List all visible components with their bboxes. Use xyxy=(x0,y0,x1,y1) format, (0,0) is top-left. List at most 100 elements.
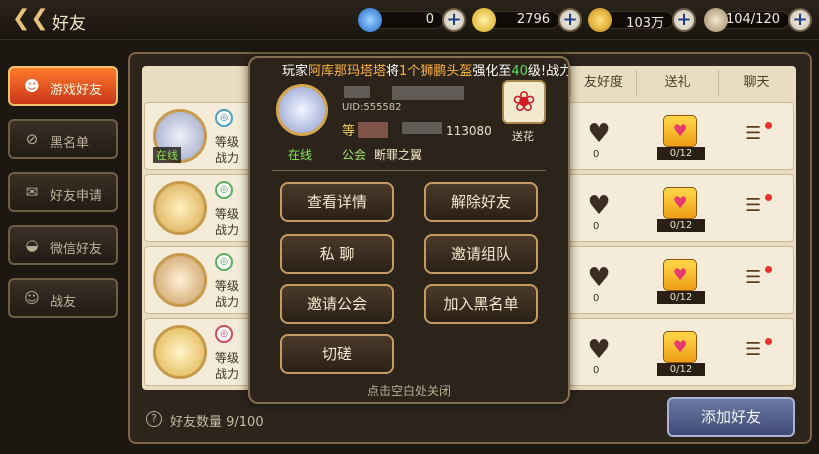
column-friendship: 友好度 xyxy=(570,70,636,96)
spar-button[interactable]: 切磋 xyxy=(280,334,394,374)
avatar[interactable] xyxy=(153,325,207,379)
invite-guild-button[interactable]: 邀请公会 xyxy=(280,284,394,324)
level-label: 等级 xyxy=(215,351,240,365)
wechat-icon: ◒ xyxy=(25,236,39,254)
sidebar-item-label: 战友 xyxy=(50,295,77,310)
power-label: 战力 xyxy=(215,367,240,381)
sidebar-item-blacklist[interactable]: ⊘ 黑名单 xyxy=(8,119,118,159)
gift-count: 0/12 xyxy=(657,291,705,304)
send-flower-label: 送花 xyxy=(512,130,534,143)
sidebar-item-game-friends[interactable]: ☻ 游戏好友 xyxy=(8,66,118,106)
gift-bag-icon[interactable] xyxy=(663,115,697,147)
blurred-power xyxy=(402,122,442,134)
energy-resource: 2796 + xyxy=(472,7,582,33)
rank-icon: ◎ xyxy=(215,109,233,127)
feather-icon xyxy=(704,8,728,32)
marquee-text: 将 xyxy=(386,64,400,79)
view-details-button[interactable]: 查看详情 xyxy=(280,182,394,222)
close-hint[interactable]: 点击空白处关闭 xyxy=(250,382,568,399)
back-arrow-icon[interactable]: ❮❮ xyxy=(12,8,49,32)
level-label: 等级 xyxy=(215,135,240,149)
sidebar-item-label: 微信好友 xyxy=(50,242,103,257)
marquee-text: 玩家 xyxy=(282,64,309,79)
add-blacklist-button[interactable]: 加入黑名单 xyxy=(424,284,538,324)
add-gold-button[interactable]: + xyxy=(672,8,696,32)
page-title: 好友 xyxy=(52,14,86,34)
friendship-value: 0 xyxy=(593,221,600,232)
gem-value: 0 xyxy=(425,12,434,27)
invite-team-button[interactable]: 邀请组队 xyxy=(424,234,538,274)
marquee-text: 强化至 xyxy=(472,64,512,79)
level-label: 等级 xyxy=(215,207,240,221)
chat-icon[interactable]: ☰ xyxy=(745,266,772,289)
private-chat-button[interactable]: 私 聊 xyxy=(280,234,394,274)
blurred-level xyxy=(358,122,388,138)
gift-bag-icon[interactable] xyxy=(663,187,697,219)
rank-icon: ◎ xyxy=(215,253,233,271)
level-prefix: 等 xyxy=(342,124,356,139)
heart-icon: ♥ xyxy=(587,119,611,149)
online-status: 在线 xyxy=(153,147,181,163)
chat-icon[interactable]: ☰ xyxy=(745,122,772,145)
divider xyxy=(272,170,546,171)
gift-count: 0/12 xyxy=(657,219,705,232)
power-label: 战力 xyxy=(215,295,240,309)
help-icon[interactable]: ? xyxy=(146,411,162,427)
energy-value: 2796 xyxy=(516,12,550,27)
blurred-name xyxy=(392,86,464,100)
column-gift: 送礼 xyxy=(636,70,718,96)
friend-avatar xyxy=(276,84,328,136)
top-bar: ❮❮ 好友 0 + 2796 + 103万 + 104/120 + xyxy=(0,0,819,40)
gold-resource: 103万 + xyxy=(588,7,696,33)
add-stamina-button[interactable]: + xyxy=(788,8,812,32)
friendship-value: 0 xyxy=(593,293,600,304)
gift-bag-icon[interactable] xyxy=(663,259,697,291)
power-value: 113080 xyxy=(446,124,492,138)
sidebar-item-label: 好友申请 xyxy=(50,189,103,204)
sidebar-item-label: 黑名单 xyxy=(50,136,90,151)
chat-icon[interactable]: ☰ xyxy=(745,194,772,217)
friendship-value: 0 xyxy=(593,149,600,160)
online-status: 在线 xyxy=(288,148,313,162)
yellow-swirl-icon xyxy=(472,8,496,32)
stamina-resource: 104/120 + xyxy=(704,7,812,33)
rank-icon: ◎ xyxy=(215,181,233,199)
friend-uid: UID:555582 xyxy=(342,102,402,113)
marquee-player: 阿库那玛塔塔 xyxy=(308,64,387,79)
sidebar-item-label: 游戏好友 xyxy=(50,83,103,98)
add-gem-button[interactable]: + xyxy=(442,8,466,32)
sidebar-item-wechat-friends[interactable]: ◒ 微信好友 xyxy=(8,225,118,265)
unfriend-button[interactable]: 解除好友 xyxy=(424,182,538,222)
rank-icon: ◎ xyxy=(215,325,233,343)
heart-icon: ♥ xyxy=(587,263,611,293)
column-chat: 聊天 xyxy=(718,70,794,96)
guild-label: 公会 xyxy=(342,148,367,162)
sidebar-item-allies[interactable]: ☺ 战友 xyxy=(8,278,118,318)
sidebar-item-friend-requests[interactable]: ✉ 好友申请 xyxy=(8,172,118,212)
avatar[interactable] xyxy=(153,181,207,235)
request-icon: ✉ xyxy=(25,183,39,201)
blue-crystal-icon xyxy=(358,8,382,32)
friend-count: 好友数量 9/100 xyxy=(170,415,264,430)
power-label: 战力 xyxy=(215,151,240,165)
marquee-item: 1个狮鹏头盔 xyxy=(399,64,473,79)
block-icon: ⊘ xyxy=(25,130,39,148)
rose-icon[interactable]: ❀ xyxy=(502,80,546,124)
heart-icon: ♥ xyxy=(587,191,611,221)
gem-resource: 0 + xyxy=(358,7,466,33)
level-label: 等级 xyxy=(215,279,240,293)
add-friend-button[interactable]: 添加好友 xyxy=(667,397,795,437)
blurred-name xyxy=(344,86,370,98)
gold-coin-icon xyxy=(588,8,612,32)
add-energy-button[interactable]: + xyxy=(558,8,582,32)
power-label: 战力 xyxy=(215,223,240,237)
avatar[interactable] xyxy=(153,253,207,307)
gold-value: 103万 xyxy=(626,16,664,31)
marquee-text: 级!战力 xyxy=(527,64,568,79)
gift-bag-icon[interactable] xyxy=(663,331,697,363)
stamina-value: 104/120 xyxy=(725,12,780,27)
gift-count: 0/12 xyxy=(657,147,705,160)
chat-icon[interactable]: ☰ xyxy=(745,338,772,361)
friendship-value: 0 xyxy=(593,365,600,376)
guild-name: 断罪之翼 xyxy=(374,148,423,162)
